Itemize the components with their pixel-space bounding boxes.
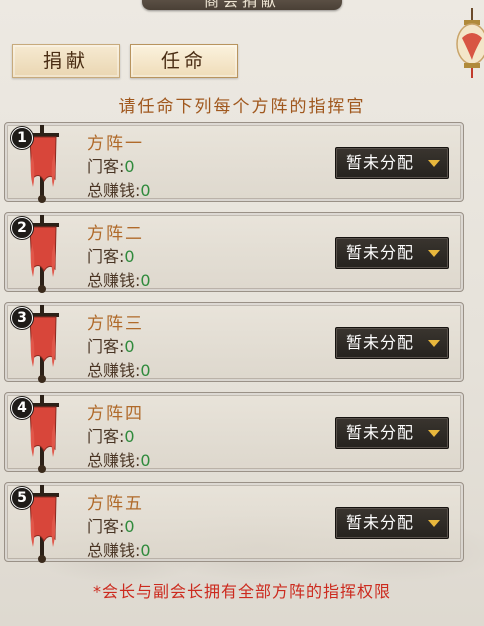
- earnings-label: 总赚钱:: [87, 451, 141, 470]
- earnings-label: 总赚钱:: [87, 361, 141, 380]
- members-value: 0: [124, 157, 135, 176]
- formation-card: 2 方阵二 门客:0 总赚钱:0 暂未分配: [4, 212, 464, 293]
- members-value: 0: [124, 337, 135, 356]
- caret-down-icon: [428, 340, 440, 347]
- commander-assign-dropdown[interactable]: 暂未分配: [335, 507, 449, 539]
- formation-number-badge: 1: [11, 127, 33, 149]
- tab-appoint[interactable]: 任命: [130, 44, 238, 78]
- assign-label: 暂未分配: [346, 423, 415, 442]
- earnings-stat: 总赚钱:0: [87, 357, 151, 381]
- formation-name: 方阵五: [87, 494, 144, 514]
- formation-name: 方阵三: [87, 314, 144, 334]
- assign-label: 暂未分配: [346, 153, 415, 172]
- members-value: 0: [124, 517, 135, 536]
- assign-label: 暂未分配: [346, 513, 415, 532]
- members-label: 门客:: [87, 337, 125, 356]
- earnings-label: 总赚钱:: [87, 271, 141, 290]
- permission-note: *会长与副会长拥有全部方阵的指挥权限: [92, 582, 391, 601]
- earnings-label: 总赚钱:: [87, 181, 141, 200]
- caret-down-icon: [428, 430, 440, 437]
- formation-number-badge: 3: [11, 307, 33, 329]
- assign-label: 暂未分配: [346, 243, 415, 262]
- members-label: 门客:: [87, 427, 125, 446]
- formation-name: 方阵二: [87, 224, 144, 244]
- earnings-stat: 总赚钱:0: [87, 447, 151, 471]
- members-label: 门客:: [87, 247, 125, 266]
- caret-down-icon: [428, 520, 440, 527]
- earnings-stat: 总赚钱:0: [87, 267, 151, 291]
- commander-assign-dropdown[interactable]: 暂未分配: [335, 417, 449, 449]
- tab-donate[interactable]: 捐献: [12, 44, 120, 78]
- members-value: 0: [124, 247, 135, 266]
- formation-name: 方阵四: [87, 404, 144, 424]
- formation-card: 1 方阵一 门客:0 总赚钱:0 暂未分配: [4, 122, 464, 203]
- formation-number-badge: 4: [11, 397, 33, 419]
- earnings-value: 0: [140, 361, 151, 380]
- members-stat: 门客:0: [87, 243, 135, 267]
- caret-down-icon: [428, 250, 440, 257]
- commander-assign-dropdown[interactable]: 暂未分配: [335, 147, 449, 179]
- members-stat: 门客:0: [87, 423, 135, 447]
- earnings-label: 总赚钱:: [87, 541, 141, 560]
- members-stat: 门客:0: [87, 333, 135, 357]
- formation-card: 3 方阵三 门客:0 总赚钱:0 暂未分配: [4, 302, 464, 383]
- lantern-icon: [456, 8, 484, 78]
- earnings-value: 0: [140, 271, 151, 290]
- members-label: 门客:: [87, 157, 125, 176]
- panel-title: 商会捐献: [203, 0, 280, 10]
- members-stat: 门客:0: [87, 153, 135, 177]
- members-stat: 门客:0: [87, 513, 135, 537]
- formation-number-badge: 5: [11, 487, 33, 509]
- members-value: 0: [124, 427, 135, 446]
- earnings-stat: 总赚钱:0: [87, 537, 151, 561]
- panel-title-banner: 商会捐献: [142, 0, 342, 10]
- caret-down-icon: [428, 160, 440, 167]
- instruction-text: 请任命下列每个方阵的指挥官: [118, 97, 366, 117]
- formation-card: 5 方阵五 门客:0 总赚钱:0 暂未分配: [4, 482, 464, 563]
- formation-number-badge: 2: [11, 217, 33, 239]
- formation-name: 方阵一: [87, 134, 144, 154]
- members-label: 门客:: [87, 517, 125, 536]
- assign-label: 暂未分配: [346, 333, 415, 352]
- earnings-value: 0: [140, 181, 151, 200]
- commander-assign-dropdown[interactable]: 暂未分配: [335, 327, 449, 359]
- earnings-value: 0: [140, 451, 151, 470]
- earnings-value: 0: [140, 541, 151, 560]
- earnings-stat: 总赚钱:0: [87, 177, 151, 201]
- formation-card: 4 方阵四 门客:0 总赚钱:0 暂未分配: [4, 392, 464, 473]
- commander-assign-dropdown[interactable]: 暂未分配: [335, 237, 449, 269]
